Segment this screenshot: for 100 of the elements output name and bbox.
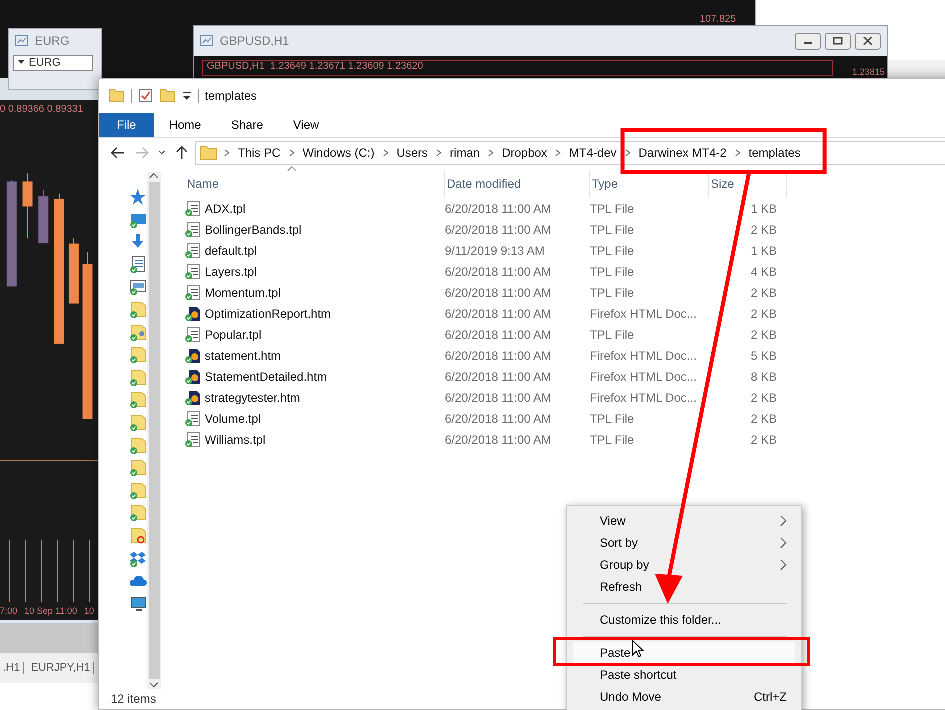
symbol-dropdown[interactable]: EURG [13,55,93,71]
file-type: TPL File [590,286,636,300]
folder-icon[interactable] [129,346,147,364]
candle [38,190,49,244]
menu-item[interactable]: Group by [567,554,801,576]
breadcrumb-item[interactable]: Windows (C:) [300,146,377,160]
computer-icon[interactable] [129,594,147,613]
document-icon[interactable] [129,256,147,274]
menu-item[interactable]: View [567,510,801,532]
menu-item[interactable]: Refresh [567,576,801,598]
chevron-right-icon [734,149,741,157]
breadcrumb-item[interactable]: templates [746,146,803,160]
forward-arrow-icon [135,147,149,159]
file-type: TPL File [590,202,636,216]
window-title: GBPUSD,H1 [220,34,290,48]
column-header[interactable]: Date modified [445,170,590,198]
html-file-icon [185,390,201,406]
column-header[interactable]: Size [709,170,787,198]
ribbon-tab[interactable]: View [278,113,334,137]
picture-icon[interactable] [129,278,147,296]
quote-text: 0 0.89366 0.89331 [0,103,84,117]
file-date: 6/20/2018 11:00 AM [445,264,553,278]
candle [22,172,33,240]
back-arrow-icon [111,147,125,159]
shared-folder-icon[interactable] [129,324,147,342]
file-name[interactable]: ADX.tpl [205,202,246,216]
file-name[interactable]: BollingerBands.tpl [205,222,302,236]
template-file-icon [185,242,201,258]
folder-icon[interactable] [129,504,147,522]
ribbon-tab[interactable]: File [99,113,154,137]
dropdown-icon[interactable] [182,90,192,102]
menu-item[interactable]: Paste [573,642,795,664]
scroll-down-icon[interactable] [149,681,159,689]
file-name[interactable]: Popular.tpl [205,328,262,342]
folder-icon[interactable] [109,88,125,104]
ribbon-tab[interactable]: Home [154,113,216,137]
file-date: 6/20/2018 11:00 AM [445,222,553,236]
cursor-icon [632,640,644,658]
file-size: 2 KB [750,222,777,236]
dropbox-icon[interactable] [129,550,147,568]
folder-icon[interactable] [160,88,176,104]
breadcrumb-item[interactable]: Darwinex MT4-2 [636,146,729,160]
file-type: TPL File [590,432,636,446]
file-size: 2 KB [750,306,777,320]
file-type: TPL File [590,412,636,426]
address-bar[interactable]: This PC Windows (C:) Users riman Dropbox MT4-dev Darwinex MT4-2 templates [195,141,945,165]
breadcrumb-item[interactable]: riman [448,146,482,160]
scrollbar[interactable] [147,172,161,689]
file-date: 6/20/2018 11:00 AM [445,412,553,426]
star-icon[interactable] [129,188,147,206]
file-type: TPL File [590,328,636,342]
file-name[interactable]: statement.htm [205,348,282,362]
quote-text: GBPUSD,H1 1.23649 1.23671 1.23609 1.23620 [202,60,833,76]
chart-tab[interactable]: EURJPY,H1 [28,662,94,674]
ribbon-tab[interactable]: Share [216,113,278,137]
folder-icon[interactable] [129,436,147,455]
menu-item[interactable]: Undo Move Ctrl+Z [567,686,801,708]
menu-item[interactable]: Customize this folder... [567,609,801,631]
file-type: Firefox HTML Doc... [590,348,698,362]
breadcrumb-item[interactable]: Users [394,146,430,160]
maximize-icon [833,37,843,45]
file-name[interactable]: OptimizationReport.htm [205,306,332,320]
close-button[interactable] [855,32,881,50]
file-type: Firefox HTML Doc... [590,306,698,320]
file-name[interactable]: Williams.tpl [205,432,266,446]
file-name[interactable]: Momentum.tpl [205,286,282,300]
column-header[interactable]: Type [590,170,709,198]
breadcrumb-item[interactable]: Dropbox [500,146,550,160]
file-date: 6/20/2018 11:00 AM [445,202,553,216]
file-name[interactable]: default.tpl [205,244,258,258]
status-text: 12 items [111,692,156,706]
folder-icon[interactable] [129,368,147,387]
file-size: 2 KB [750,328,777,342]
template-file-icon [185,222,201,238]
breadcrumb-item[interactable]: This PC [236,146,283,160]
folder-icon[interactable] [129,414,147,432]
maximize-button[interactable] [825,32,851,50]
menu-item[interactable]: Sort by [567,532,801,554]
minimize-button[interactable] [795,32,821,50]
column-header[interactable]: Name [185,170,445,198]
file-name[interactable]: StatementDetailed.htm [205,370,328,384]
folder-icon[interactable] [129,459,147,478]
sort-caret-icon [287,166,297,172]
file-name[interactable]: Volume.tpl [205,412,262,426]
file-size: 1 KB [750,202,777,216]
scroll-up-icon[interactable] [149,172,159,180]
file-date: 6/20/2018 11:00 AM [445,370,553,384]
file-size: 8 KB [750,370,777,384]
file-name[interactable]: strategytester.htm [205,390,300,404]
folder-icon[interactable] [129,526,147,545]
folder-icon[interactable] [129,391,147,410]
folder-icon[interactable] [129,482,147,500]
file-size: 2 KB [750,390,777,404]
chart-tab[interactable]: .H1 [0,662,24,674]
menu-item[interactable]: Paste shortcut [567,664,801,686]
breadcrumb-item[interactable]: MT4-dev [567,146,619,160]
checklist-icon[interactable] [138,88,154,104]
file-name[interactable]: Layers.tpl [205,264,258,278]
chevron-right-icon [624,149,631,157]
folder-icon[interactable] [129,300,147,319]
